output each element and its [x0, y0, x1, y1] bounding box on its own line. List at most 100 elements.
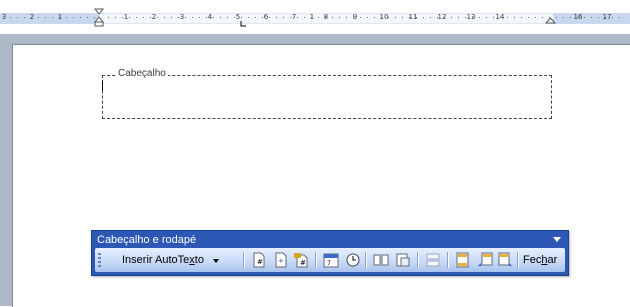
horizontal-ruler[interactable]: 3 2 1 1 1 2 3 4 5 6 7 1 8 9 10 11 12 13 …	[0, 0, 630, 34]
autotext-label: Inserir AutoTe	[122, 254, 190, 266]
workspace-left-band	[0, 34, 12, 306]
ruler-tick	[472, 17, 473, 18]
ruler-tick	[143, 17, 144, 18]
show-next-icon[interactable]	[497, 252, 513, 268]
ruler-tick	[262, 17, 263, 18]
ruler-tick	[444, 17, 445, 18]
tab-stop-icon[interactable]	[240, 21, 247, 27]
ruler-label: 17	[602, 13, 612, 21]
show-previous-icon[interactable]	[477, 252, 493, 268]
ruler-tick	[535, 17, 536, 18]
ruler-tick	[619, 17, 620, 18]
ruler-tick	[227, 17, 228, 18]
ruler-tick	[38, 17, 39, 18]
ruler-tick	[479, 17, 480, 18]
ruler-tick	[360, 17, 361, 18]
ruler-label: 13	[466, 13, 476, 21]
workspace-band	[0, 34, 630, 44]
page-count-icon[interactable]: +	[273, 252, 289, 268]
ruler-tick	[332, 17, 333, 18]
svg-text:#: #	[300, 259, 306, 267]
ruler-tick	[283, 17, 284, 18]
ruler-tick	[136, 17, 137, 18]
clock-icon[interactable]	[345, 252, 361, 268]
ruler-tick	[24, 17, 25, 18]
ruler-tick	[451, 17, 452, 18]
ruler-label: 12	[437, 13, 447, 21]
ruler-tick	[353, 17, 354, 18]
ruler-tick	[514, 17, 515, 18]
toolbar-separator	[243, 252, 245, 268]
ruler-tick	[409, 17, 410, 18]
toolbar-title[interactable]: Cabeçalho e rodapé	[97, 234, 196, 246]
insert-autotext-button[interactable]: Inserir AutoTexto	[122, 251, 204, 269]
ruler-tick	[325, 17, 326, 18]
ruler-label: 3	[179, 13, 185, 21]
ruler-tick	[577, 17, 578, 18]
ruler-tick	[346, 17, 347, 18]
ruler-tick	[507, 17, 508, 18]
ruler-tick	[87, 17, 88, 18]
ruler-tick	[311, 17, 312, 18]
link-previous-icon[interactable]	[425, 252, 441, 268]
ruler-tick	[402, 17, 403, 18]
ruler-tick	[45, 17, 46, 18]
ruler-tick	[150, 17, 151, 18]
toolbar-grip[interactable]	[98, 253, 101, 267]
chevron-down-icon[interactable]	[213, 259, 219, 263]
ruler-tick	[171, 17, 172, 18]
ruler-tick	[542, 17, 543, 18]
toolbar-separator	[365, 252, 367, 268]
ruler-tick	[605, 17, 606, 18]
ruler-tick	[486, 17, 487, 18]
svg-text:7: 7	[327, 260, 331, 267]
svg-text:+: +	[278, 257, 284, 265]
ruler-tick	[157, 17, 158, 18]
ruler-label: 6	[263, 13, 269, 21]
ruler-tick	[94, 17, 95, 18]
toolbar-separator	[417, 252, 419, 268]
ruler-tick	[59, 17, 60, 18]
header-area[interactable]	[102, 75, 552, 119]
ruler-tick	[73, 17, 74, 18]
ruler-label: 7	[291, 13, 297, 21]
page-setup-icon[interactable]	[373, 252, 389, 268]
ruler-tick	[465, 17, 466, 18]
toolbar-separator	[447, 252, 449, 268]
close-header-footer-button[interactable]: Fechar	[523, 251, 557, 269]
ruler-tick	[304, 17, 305, 18]
ruler-label: 4	[207, 13, 213, 21]
indent-marker-icon[interactable]	[94, 8, 104, 28]
ruler-tick	[430, 17, 431, 18]
ruler-tick	[66, 17, 67, 18]
ruler-tick	[556, 17, 557, 18]
ruler-tick	[374, 17, 375, 18]
date-icon[interactable]: 7	[323, 252, 339, 268]
ruler-tick	[563, 17, 564, 18]
ruler-label: 1	[123, 13, 129, 21]
ruler-tick	[10, 17, 11, 18]
ruler-tick	[591, 17, 592, 18]
header-footer-toolbar[interactable]: Cabeçalho e rodapé Inserir AutoTexto # +…	[91, 230, 569, 276]
ruler-tick	[381, 17, 382, 18]
ruler-tick	[122, 17, 123, 18]
ruler-tick	[423, 17, 424, 18]
ruler-tick	[248, 17, 249, 18]
show-text-icon[interactable]	[395, 252, 411, 268]
ruler-tick	[192, 17, 193, 18]
ruler-label: 3	[1, 13, 7, 21]
close-label-end: ar	[547, 254, 558, 266]
ruler-left-margin	[0, 13, 99, 24]
switch-header-footer-icon[interactable]	[455, 252, 471, 268]
ruler-tick	[416, 17, 417, 18]
page-number-icon[interactable]: #	[251, 252, 267, 268]
format-page-number-icon[interactable]: #	[293, 252, 309, 268]
ruler-tick	[318, 17, 319, 18]
toolbar-options-icon[interactable]	[552, 236, 562, 243]
ruler-right-margin	[553, 13, 630, 24]
ruler-tick	[367, 17, 368, 18]
ruler-tick	[521, 17, 522, 18]
right-indent-icon[interactable]	[545, 18, 556, 26]
ruler-tick	[129, 17, 130, 18]
ruler-tick	[115, 17, 116, 18]
